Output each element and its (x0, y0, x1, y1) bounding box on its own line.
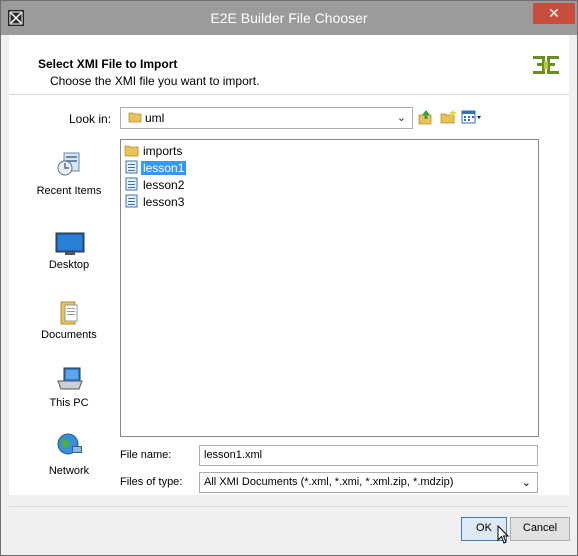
this-pc-icon (55, 365, 85, 393)
cancel-button[interactable]: Cancel (510, 517, 570, 541)
place-label: This PC (49, 397, 89, 409)
header-subtitle: Choose the XMI file you want to import. (50, 74, 260, 88)
file-list[interactable]: imports lesson1 lesson2 lesson3 (120, 139, 539, 437)
up-folder-icon[interactable] (418, 108, 434, 126)
view-menu-icon[interactable] (461, 108, 483, 126)
close-button[interactable]: ✕ (533, 3, 575, 24)
mouse-pointer-icon (497, 524, 511, 550)
new-folder-icon[interactable] (440, 108, 458, 126)
file-name: lesson1 (141, 161, 187, 175)
desktop-icon (55, 231, 85, 259)
file-icon (124, 177, 139, 194)
look-in-value: uml (145, 111, 165, 125)
folder-icon (128, 110, 142, 129)
chevron-down-icon: ⌄ (396, 112, 406, 124)
chevron-down-icon: ⌄ (521, 477, 531, 489)
recent-items-icon (55, 151, 85, 179)
file-chooser-dialog: E2E Builder File Chooser ✕ Select XMI Fi… (0, 0, 578, 556)
file-name: lesson2 (143, 178, 185, 192)
folder-icon (124, 143, 139, 160)
divider (9, 506, 569, 507)
header-title: Select XMI File to Import (38, 57, 178, 71)
file-name-label: File name: (120, 449, 172, 461)
network-icon (55, 431, 85, 459)
file-name-value: lesson1.xml (204, 449, 263, 461)
file-icon (124, 160, 139, 177)
documents-icon (55, 299, 85, 327)
window-title: E2E Builder File Chooser (210, 10, 368, 26)
file-type-value: All XMI Documents (*.xml, *.xmi, *.xml.z… (204, 476, 454, 488)
file-name: lesson3 (143, 195, 185, 209)
look-in-label: Look in: (69, 112, 112, 126)
e2e-logo-icon (531, 54, 561, 76)
dialog-header: Select XMI File to Import Choose the XMI… (9, 35, 569, 95)
look-in-combobox[interactable]: uml ⌄ (120, 107, 413, 129)
place-label: Network (48, 465, 90, 477)
file-name: imports (143, 144, 183, 158)
place-label: Recent Items (36, 185, 102, 197)
file-type-select[interactable]: All XMI Documents (*.xml, *.xmi, *.xml.z… (199, 472, 538, 493)
place-label: Desktop (48, 259, 90, 271)
title-bar[interactable]: E2E Builder File Chooser ✕ (1, 1, 577, 35)
file-name-input[interactable]: lesson1.xml (199, 445, 538, 466)
file-type-label: Files of type: (120, 476, 183, 488)
place-label: Documents (41, 329, 97, 341)
file-icon (124, 194, 139, 211)
